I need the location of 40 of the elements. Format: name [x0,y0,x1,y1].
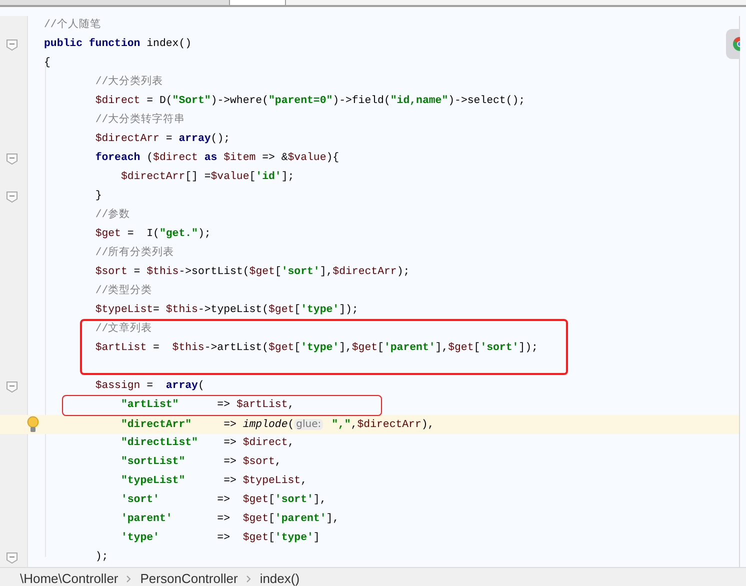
code-line: foreach ($direct as $item => &$value){ [95,151,340,166]
browser-icon[interactable] [730,36,740,52]
code-line: $sort = $this->sortList($get['sort'],$directArr); [95,265,410,280]
lightbulb-icon[interactable] [27,416,39,433]
code-line: "sortList" => $sort, [120,455,282,470]
code-line: //参数 [95,208,130,223]
code-line: "typeList" => $typeList, [120,474,307,489]
code-line: //所有分类列表 [95,245,174,261]
chevron-icon [246,574,252,582]
code-line: { [44,56,50,71]
code-line: $directArr[] =$value['id']; [120,170,294,185]
code-line: } [95,189,102,204]
code-line: //大分类列表 [95,74,164,90]
code-line: 'sort' => $get['sort'], [120,493,326,508]
code-line: $typeList= $this->typeList($get['type']); [95,303,358,318]
fold-icon[interactable] [6,153,18,165]
code-line: $direct = D("Sort")->where("parent=0")->field("id,name")->select(); [95,94,526,109]
code-line: 'parent' => $get['parent'], [120,512,340,527]
code-line: "artList" => $artList, [120,398,294,413]
fold-icon[interactable] [6,191,18,203]
fold-icon[interactable] [6,552,18,564]
code-line: "directList" => $direct, [120,436,294,451]
code-line: //大分类转字符串 [95,112,186,128]
fold-icon[interactable] [6,381,18,393]
code-line: $directArr = array(); [95,132,230,147]
code-line: 'type' => $get['type'] [120,531,320,546]
fold-icon[interactable] [6,39,18,51]
code-line: public function index() [44,37,192,52]
code-line: //类型分类 [95,283,152,299]
code-line: //文章列表 [95,321,152,337]
code-line: "directArr" => implode( glue: ",",$directArr), [120,418,434,432]
code-line: //个人随笔 [44,18,101,33]
code-line: $assign = array( [95,379,204,394]
code-line: $get = I("get."); [95,227,211,242]
code-line: $artList = $this->artList($get['type'],$get['parent'],$get['sort']); [95,341,538,356]
breadcrumb-item[interactable]: \Home\Controller [20,568,118,586]
code-line: ); [95,550,108,565]
chevron-icon [126,574,132,582]
breadcrumb-item[interactable]: PersonController [140,568,238,586]
breadcrumb-item[interactable]: index() [260,568,300,586]
